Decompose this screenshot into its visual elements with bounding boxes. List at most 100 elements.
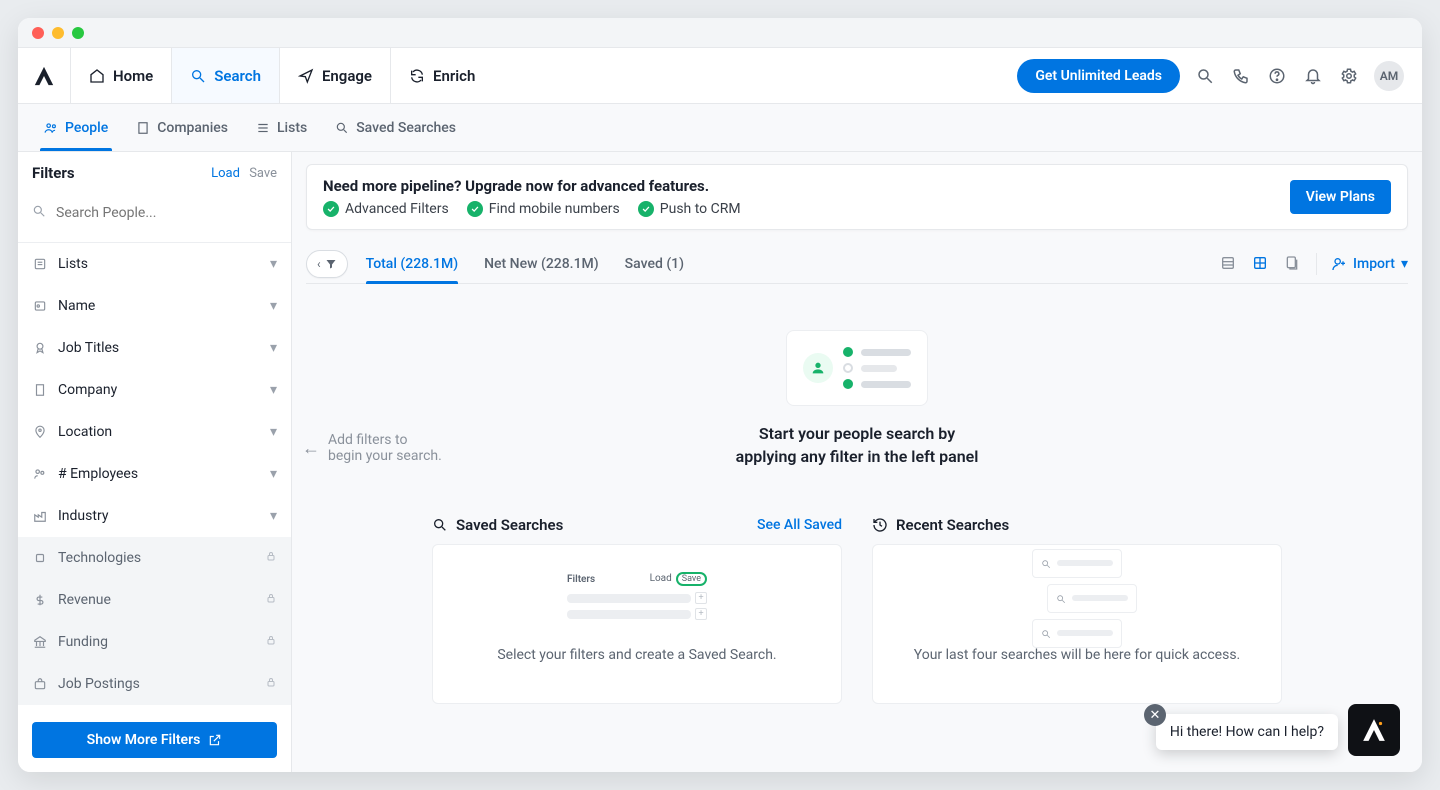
filter-company[interactable]: Company ▾	[18, 369, 291, 411]
subtab-lists[interactable]: Lists	[242, 104, 321, 151]
get-leads-button[interactable]: Get Unlimited Leads	[1017, 59, 1180, 93]
hint-line: begin your search.	[328, 448, 442, 464]
briefcase-icon	[32, 676, 48, 692]
dollar-icon	[32, 592, 48, 608]
chat-message: Hi there! How can I help?	[1170, 724, 1324, 740]
brand-logo[interactable]	[18, 48, 70, 103]
import-label: Import	[1353, 256, 1395, 272]
chat-bubble[interactable]: ✕ Hi there! How can I help?	[1156, 714, 1338, 750]
sidebar-footer: Show More Filters	[18, 708, 291, 772]
filter-location[interactable]: Location ▾	[18, 411, 291, 453]
check-icon	[467, 201, 483, 217]
filter-label: Industry	[58, 508, 108, 524]
subtab-saved-searches[interactable]: Saved Searches	[321, 104, 470, 151]
chevron-down-icon: ▾	[270, 466, 277, 482]
view-grid-button[interactable]	[1252, 255, 1270, 273]
filter-lists[interactable]: Lists ▾	[18, 243, 291, 285]
see-all-saved-link[interactable]: See All Saved	[757, 517, 842, 533]
recent-searches-card: Your last four searches will be here for…	[872, 544, 1282, 704]
check-icon	[323, 201, 339, 217]
window-min-dot[interactable]	[52, 27, 64, 39]
arrow-left-icon: ←	[302, 438, 320, 459]
medal-icon	[32, 340, 48, 356]
lock-icon	[265, 592, 277, 608]
export-button[interactable]	[1284, 255, 1302, 273]
filter-funding[interactable]: Funding	[18, 621, 291, 663]
filter-job-postings[interactable]: Job Postings	[18, 663, 291, 705]
banner-headline: Need more pipeline? Upgrade now for adva…	[323, 177, 741, 195]
filter-revenue[interactable]: Revenue	[18, 579, 291, 621]
filter-name[interactable]: Name ▾	[18, 285, 291, 327]
global-search-button[interactable]	[1194, 65, 1216, 87]
chevron-down-icon: ▾	[270, 298, 277, 314]
show-more-filters-button[interactable]: Show More Filters	[32, 722, 277, 758]
filters-search	[18, 188, 291, 242]
funnel-icon	[325, 258, 337, 270]
chat-launcher[interactable]	[1348, 704, 1400, 756]
view-plans-button[interactable]: View Plans	[1290, 180, 1391, 214]
filter-label: Funding	[58, 634, 108, 650]
settings-button[interactable]	[1338, 65, 1360, 87]
recent-searches-col: Recent Searches Your last four searches …	[872, 516, 1282, 704]
search-icon	[1041, 624, 1051, 643]
notifications-button[interactable]	[1302, 65, 1324, 87]
search-icon	[190, 68, 206, 84]
view-list-button[interactable]	[1220, 255, 1238, 273]
filter-employees[interactable]: # Employees ▾	[18, 453, 291, 495]
refresh-icon	[409, 68, 425, 84]
phone-button[interactable]	[1230, 65, 1252, 87]
import-button[interactable]: Import ▾	[1331, 256, 1408, 272]
filters-save-link[interactable]: Save	[249, 166, 277, 181]
search-icon	[32, 203, 46, 222]
tab-netnew[interactable]: Net New (228.1M)	[484, 244, 599, 283]
card-desc: Your last four searches will be here for…	[889, 645, 1265, 665]
filter-label: Location	[58, 424, 112, 440]
filter-groups: Lists ▾ Name ▾ Job Titles ▾ Company ▾	[18, 242, 291, 705]
nav-search[interactable]: Search	[172, 48, 280, 103]
filter-technologies[interactable]: Technologies	[18, 537, 291, 579]
mini-filters-illus: FiltersLoadSave + +	[567, 572, 707, 624]
chevron-down-icon: ▾	[270, 424, 277, 440]
lock-icon	[265, 550, 277, 566]
chevron-down-icon: ▾	[1401, 256, 1408, 272]
nav-engage[interactable]: Engage	[280, 48, 391, 103]
external-icon	[208, 733, 222, 747]
help-button[interactable]	[1266, 65, 1288, 87]
window-close-dot[interactable]	[32, 27, 44, 39]
subtab-companies[interactable]: Companies	[122, 104, 242, 151]
chat-close-button[interactable]: ✕	[1144, 704, 1166, 726]
building-icon	[32, 382, 48, 398]
filters-search-input[interactable]	[32, 196, 277, 230]
banner-feat: Advanced Filters	[323, 201, 449, 217]
building-icon	[136, 121, 150, 135]
collapse-filters-pill[interactable]: ‹	[306, 250, 348, 278]
apollo-logo-icon	[1361, 717, 1387, 743]
nav-enrich[interactable]: Enrich	[391, 48, 493, 103]
main-panel: Need more pipeline? Upgrade now for adva…	[292, 152, 1422, 772]
banner-feat: Push to CRM	[638, 201, 741, 217]
user-avatar[interactable]: AM	[1374, 61, 1404, 91]
filter-job-titles[interactable]: Job Titles ▾	[18, 327, 291, 369]
hint-line: Add filters to	[328, 432, 442, 448]
tab-saved[interactable]: Saved (1)	[625, 244, 684, 283]
results-toolbar: Import ▾	[1220, 253, 1408, 275]
empty-line: applying any filter in the left panel	[736, 447, 979, 466]
subtab-saved-label: Saved Searches	[356, 120, 456, 136]
phone-icon	[1232, 67, 1250, 85]
nav-home[interactable]: Home	[70, 48, 172, 103]
history-icon	[872, 517, 888, 533]
filter-label: Job Titles	[58, 340, 119, 356]
nav-right: Get Unlimited Leads AM	[1017, 48, 1422, 103]
filter-industry[interactable]: Industry ▾	[18, 495, 291, 537]
window-max-dot[interactable]	[72, 27, 84, 39]
subtab-companies-label: Companies	[157, 120, 228, 136]
people-icon	[32, 466, 48, 482]
add-filters-hint: ← Add filters to begin your search.	[292, 432, 442, 464]
gear-icon	[1340, 67, 1358, 85]
subtab-people[interactable]: People	[30, 104, 122, 151]
tab-total[interactable]: Total (228.1M)	[366, 244, 458, 283]
top-nav: Home Search Engage Enrich Get Unlimited …	[18, 48, 1422, 104]
chevron-down-icon: ▾	[270, 340, 277, 356]
filters-load-link[interactable]: Load	[211, 166, 240, 181]
bank-icon	[32, 634, 48, 650]
